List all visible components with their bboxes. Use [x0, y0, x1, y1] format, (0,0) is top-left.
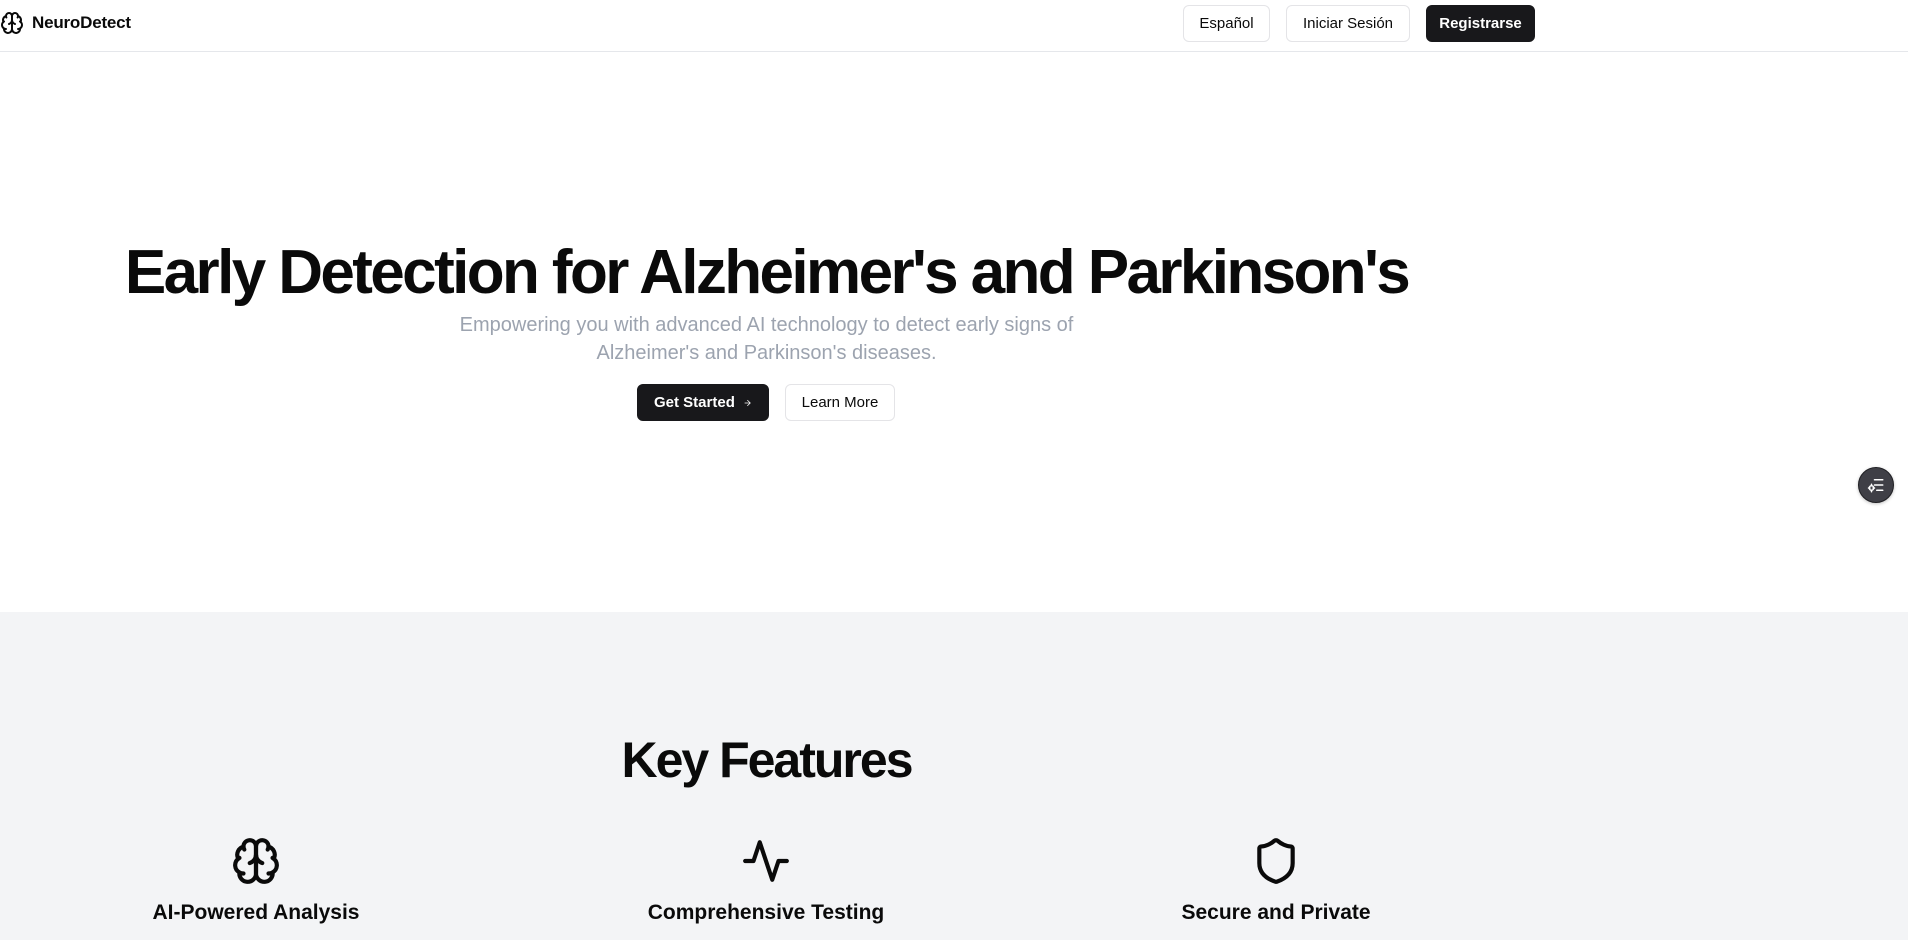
shield-icon: [1257, 838, 1295, 884]
learn-more-button[interactable]: Learn More: [785, 384, 895, 421]
header-actions: Español Iniciar Sesión Registrarse: [1183, 5, 1535, 42]
hero-subtitle: Empowering you with advanced AI technolo…: [459, 314, 1074, 364]
brain-icon: [233, 838, 279, 884]
features-section: Key Features AI-Powered Analysis Compreh…: [0, 612, 1908, 940]
brain-icon: [1, 12, 23, 34]
login-button[interactable]: Iniciar Sesión: [1286, 5, 1410, 42]
get-started-button[interactable]: Get Started: [637, 384, 769, 421]
landing-page: NeuroDetect Español Iniciar Sesión Regis…: [0, 0, 1908, 940]
feature-title: Secure and Private: [1181, 901, 1371, 924]
language-button[interactable]: Español: [1183, 5, 1270, 42]
feature-card: Comprehensive Testing: [586, 836, 946, 926]
top-navbar: NeuroDetect Español Iniciar Sesión Regis…: [0, 0, 1908, 52]
features-title: Key Features: [621, 732, 913, 788]
brand-logo[interactable]: NeuroDetect: [0, 10, 131, 36]
arrow-right-icon: [744, 399, 751, 406]
feature-card: AI-Powered Analysis: [76, 836, 436, 926]
get-started-label: Get Started: [654, 394, 735, 411]
brand-name: NeuroDetect: [32, 13, 131, 32]
hero-actions: Get Started Learn More: [637, 384, 895, 421]
register-button[interactable]: Registrarse: [1426, 5, 1535, 42]
hero-title: Early Detection for Alzheimer's and Park…: [124, 238, 1411, 307]
settings-list-icon: [1867, 479, 1884, 493]
hero-section: Early Detection for Alzheimer's and Park…: [0, 53, 1908, 612]
activity-icon: [743, 840, 789, 882]
feature-card: Secure and Private: [1096, 836, 1456, 926]
feature-title: AI-Powered Analysis: [152, 901, 360, 924]
feature-title: Comprehensive Testing: [647, 901, 885, 924]
floating-settings-button[interactable]: [1858, 467, 1894, 503]
